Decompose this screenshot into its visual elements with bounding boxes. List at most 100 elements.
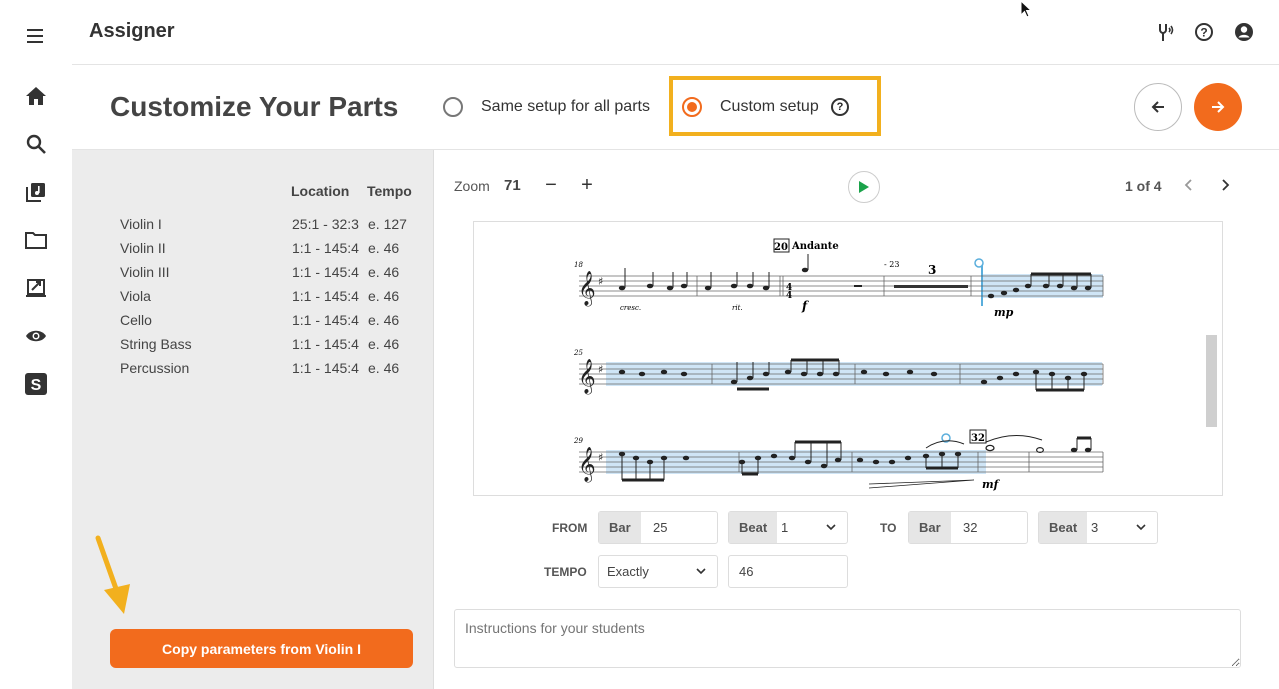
- part-location: 1:1 - 145:4: [292, 264, 359, 280]
- part-row-percussion[interactable]: Percussion 1:1 - 145:4 e. 46: [72, 360, 434, 384]
- zoom-in-button[interactable]: +: [575, 174, 599, 198]
- next-button[interactable]: [1194, 83, 1242, 131]
- sheet-music: 𝄞 𝄞 𝄞 ♯ ♯ ♯ 20 Andante 18 25 29 32 3 - 2…: [573, 238, 1104, 491]
- to-bar-field[interactable]: Bar 32: [908, 511, 1028, 544]
- zoom-out-button[interactable]: −: [539, 174, 563, 198]
- prev-page-button[interactable]: [1179, 174, 1199, 198]
- bar-number-29: 29: [573, 437, 583, 445]
- treble-clef-icon: 𝄞: [578, 447, 596, 483]
- back-button[interactable]: [1134, 83, 1182, 131]
- part-tempo: e. 46: [368, 336, 400, 352]
- part-row-string-bass[interactable]: String Bass 1:1 - 145:4 e. 46: [72, 336, 434, 360]
- page-title: Customize Your Parts: [110, 91, 399, 122]
- s-logo-icon[interactable]: S: [24, 372, 48, 396]
- music-library-icon[interactable]: [24, 180, 48, 204]
- tempo-value-field[interactable]: 46: [728, 555, 848, 588]
- search-icon[interactable]: [24, 132, 48, 156]
- side-rail: S: [0, 0, 72, 689]
- radio-same-setup-label[interactable]: Same setup for all parts: [481, 98, 650, 116]
- from-beat-select[interactable]: Beat 1: [728, 511, 848, 544]
- key-signature: ♯: [598, 363, 603, 376]
- score-scrollbar[interactable]: [1206, 335, 1217, 427]
- dynamic-mf: mf: [982, 478, 1001, 491]
- yellow-arrow-icon: [95, 535, 130, 614]
- part-name: String Bass: [120, 336, 192, 352]
- tempo-label: TEMPO: [544, 565, 587, 579]
- home-icon[interactable]: [24, 84, 48, 108]
- radio-custom-setup-label[interactable]: Custom setup: [720, 98, 819, 116]
- dynamic-mp: mp: [994, 306, 1014, 319]
- beat-prefix: Beat: [1039, 512, 1088, 543]
- to-bar-value[interactable]: 32: [963, 520, 977, 535]
- to-beat-select[interactable]: Beat 3: [1038, 511, 1158, 544]
- radio-same-setup[interactable]: [443, 97, 463, 117]
- assign-icon[interactable]: [24, 276, 48, 300]
- svg-text:S: S: [31, 377, 42, 394]
- eye-icon[interactable]: [24, 324, 48, 348]
- part-tempo: e. 46: [368, 240, 400, 256]
- from-bar-value[interactable]: 25: [653, 520, 667, 535]
- bar-prefix: Bar: [909, 512, 951, 543]
- part-row-cello[interactable]: Cello 1:1 - 145:4 e. 46: [72, 312, 434, 336]
- slur: [985, 435, 1043, 443]
- location-header: Location: [291, 183, 350, 199]
- to-label: TO: [880, 521, 897, 535]
- from-beat-value: 1: [781, 520, 789, 535]
- radio-custom-setup[interactable]: [682, 97, 702, 117]
- tempo-marking: Andante: [791, 241, 839, 252]
- multi-rest-range: - 23: [884, 260, 899, 269]
- zoom-label: Zoom: [454, 178, 490, 194]
- mouse-cursor-icon: [1020, 0, 1033, 18]
- dynamic-f: f: [801, 299, 809, 313]
- part-location: 25:1 - 32:3: [292, 216, 359, 232]
- from-label: FROM: [552, 521, 588, 535]
- page-indicator: 1 of 4: [1125, 178, 1162, 194]
- tempo-mode-select[interactable]: Exactly: [598, 555, 718, 588]
- part-row-violin-3[interactable]: Violin III 1:1 - 145:4 e. 46: [72, 264, 434, 288]
- key-signature: ♯: [598, 275, 603, 288]
- bar-number-25: 25: [573, 349, 583, 357]
- part-tempo: e. 46: [368, 312, 400, 328]
- help-icon[interactable]: ?: [1194, 22, 1214, 42]
- bar-number-18: 18: [574, 261, 583, 269]
- whole-note: [985, 444, 995, 452]
- chevron-left-icon: [1184, 179, 1192, 191]
- rit-marking: rit.: [732, 304, 743, 312]
- part-name: Viola: [120, 288, 151, 304]
- instructions-textarea[interactable]: [454, 609, 1241, 668]
- part-tempo: e. 46: [368, 360, 400, 376]
- zoom-value: 71: [504, 177, 521, 194]
- part-name: Percussion: [120, 360, 190, 376]
- arrow-left-icon: [1151, 101, 1164, 113]
- part-location: 1:1 - 145:4: [292, 288, 359, 304]
- app-title: Assigner: [89, 20, 175, 42]
- top-bar: Assigner ?: [72, 0, 1279, 65]
- tempo-value[interactable]: 46: [739, 564, 753, 579]
- multi-rest-count: 3: [928, 263, 936, 277]
- part-name: Violin III: [120, 264, 170, 280]
- part-row-viola[interactable]: Viola 1:1 - 145:4 e. 46: [72, 288, 434, 312]
- selection-handle: [974, 258, 984, 268]
- rehearsal-mark-32: 32: [971, 433, 985, 444]
- treble-clef-icon: 𝄞: [578, 271, 596, 307]
- play-button[interactable]: [848, 171, 880, 203]
- tuner-icon[interactable]: [1155, 22, 1175, 42]
- score-page[interactable]: 𝄞 𝄞 𝄞 ♯ ♯ ♯ 20 Andante 18 25 29 32 3 - 2…: [473, 221, 1223, 496]
- part-row-violin-2[interactable]: Violin II 1:1 - 145:4 e. 46: [72, 240, 434, 264]
- custom-setup-help-icon[interactable]: ?: [831, 98, 849, 116]
- svg-text:?: ?: [1200, 26, 1207, 40]
- arrow-right-icon: [1212, 101, 1225, 113]
- copy-parameters-button[interactable]: Copy parameters from Violin I: [110, 629, 413, 668]
- part-row-violin-1[interactable]: Violin I 25:1 - 32:3 e. 127: [72, 216, 434, 240]
- tempo-mode-value: Exactly: [607, 564, 649, 579]
- next-page-button[interactable]: [1215, 174, 1235, 198]
- part-tempo: e. 46: [368, 288, 400, 304]
- part-tempo: e. 46: [368, 264, 400, 280]
- folder-icon[interactable]: [24, 228, 48, 252]
- chevron-down-icon: [696, 568, 706, 575]
- from-bar-field[interactable]: Bar 25: [598, 511, 718, 544]
- beat-prefix: Beat: [729, 512, 778, 543]
- menu-icon[interactable]: [24, 24, 48, 48]
- account-icon[interactable]: [1234, 22, 1254, 42]
- cresc-marking: cresc.: [620, 304, 641, 312]
